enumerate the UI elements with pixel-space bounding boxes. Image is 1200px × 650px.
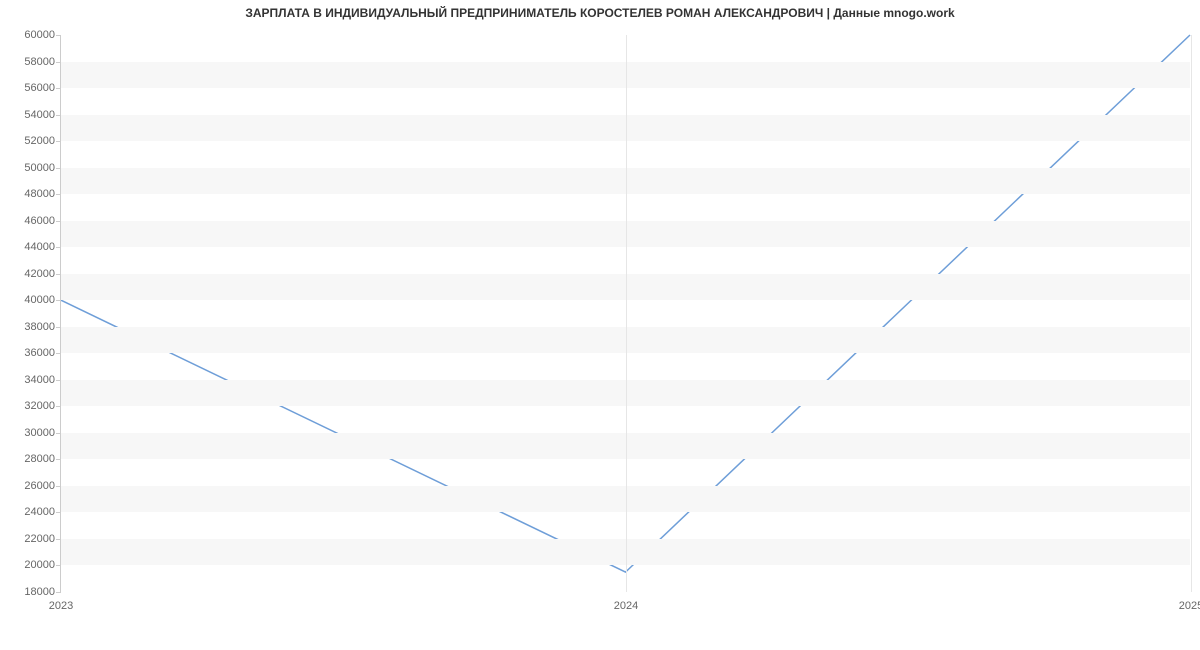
y-tick-label: 46000 [24,215,55,227]
y-tick-mark [56,512,61,513]
y-tick-label: 42000 [24,268,55,280]
y-tick-label: 20000 [24,559,55,571]
y-tick-mark [56,115,61,116]
y-tick-label: 40000 [24,294,55,306]
y-tick-mark [56,88,61,89]
y-tick-label: 44000 [24,241,55,253]
y-tick-label: 18000 [24,586,55,598]
y-tick-label: 50000 [24,162,55,174]
y-tick-label: 32000 [24,400,55,412]
y-tick-mark [56,141,61,142]
y-tick-label: 60000 [24,29,55,41]
y-tick-mark [56,62,61,63]
y-tick-label: 26000 [24,480,55,492]
y-tick-label: 28000 [24,453,55,465]
y-tick-mark [56,380,61,381]
y-tick-mark [56,168,61,169]
y-tick-label: 54000 [24,109,55,121]
y-tick-mark [56,353,61,354]
y-tick-label: 52000 [24,135,55,147]
y-tick-label: 24000 [24,506,55,518]
x-tick-label: 2024 [614,600,638,612]
y-tick-mark [56,539,61,540]
y-tick-mark [56,274,61,275]
y-tick-mark [56,247,61,248]
y-tick-mark [56,35,61,36]
y-tick-label: 36000 [24,347,55,359]
y-tick-mark [56,565,61,566]
chart-title: ЗАРПЛАТА В ИНДИВИДУАЛЬНЫЙ ПРЕДПРИНИМАТЕЛ… [0,6,1200,20]
y-tick-label: 22000 [24,533,55,545]
y-tick-mark [56,194,61,195]
y-tick-label: 58000 [24,56,55,68]
plot-area: 1800020000220002400026000280003000032000… [60,35,1190,592]
y-tick-mark [56,327,61,328]
x-gridline [626,35,627,592]
y-tick-mark [56,221,61,222]
salary-line-chart: ЗАРПЛАТА В ИНДИВИДУАЛЬНЫЙ ПРЕДПРИНИМАТЕЛ… [0,0,1200,650]
y-tick-label: 34000 [24,374,55,386]
y-tick-mark [56,486,61,487]
y-tick-mark [56,433,61,434]
x-gridline [1191,35,1192,592]
y-tick-mark [56,592,61,593]
y-tick-label: 38000 [24,321,55,333]
y-tick-label: 56000 [24,82,55,94]
y-tick-label: 48000 [24,188,55,200]
y-tick-mark [56,300,61,301]
y-tick-label: 30000 [24,427,55,439]
x-tick-label: 2023 [49,600,73,612]
y-tick-mark [56,406,61,407]
y-tick-mark [56,459,61,460]
x-tick-label: 2025 [1179,600,1200,612]
